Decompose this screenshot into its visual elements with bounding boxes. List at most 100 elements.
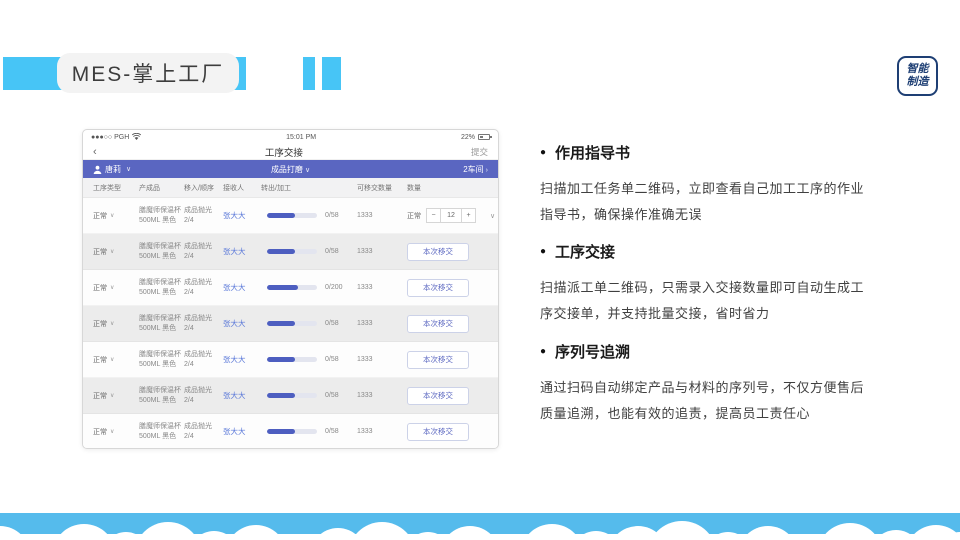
section-process-handover: ● 工序交接 扫描派工单二维码，只需录入交接数量即可自动生成工 序交接单，并支持批… xyxy=(540,241,885,327)
process-type-dropdown[interactable]: 正常 ∨ xyxy=(93,306,114,341)
chevron-down-icon: ∨ xyxy=(126,166,132,173)
section-body: 扫描加工任务单二维码，立即查看自己加工工序的作业 指导书，确保操作准确无误 xyxy=(540,181,865,222)
submit-button[interactable]: 提交 xyxy=(471,146,488,158)
progress-bar xyxy=(267,270,317,305)
col-header-transfer-process: 转出/加工 xyxy=(261,184,291,192)
process-filter-dropdown[interactable]: 成品打磨 ∨ xyxy=(83,164,498,175)
progress-ratio-label: 0/58 xyxy=(325,320,339,327)
progress-bar xyxy=(267,234,317,269)
table-row: 正常 ∨ 膳魔师保温杯 500ML 黑色 成品抛光 2/4 张大大 0/58 1333… xyxy=(83,414,498,448)
process-type-dropdown[interactable]: 正常 ∨ xyxy=(93,414,115,448)
bullet-icon: ● xyxy=(540,346,547,357)
transfer-action: 本次移交 xyxy=(407,270,469,305)
transferable-qty-label: 1333 xyxy=(357,356,373,363)
progress-ratio-label: 0/200 xyxy=(325,284,343,291)
move-order-cell: 成品抛光 2/4 xyxy=(184,350,212,368)
table-row: 正常 ∨ 膳魔师保温杯 500ML 黑色 成品抛光 2/4 张大大 0/58 1333… xyxy=(83,234,498,270)
clock-label: 15:01 PM xyxy=(286,133,317,141)
stepper-plus-button[interactable]: + xyxy=(461,208,476,223)
process-type-dropdown[interactable]: 正常 ∨ xyxy=(93,342,114,377)
smart-manufacturing-stamp: 智能 制造 xyxy=(897,56,938,96)
receiver-link[interactable]: 张大大 xyxy=(223,270,246,305)
transfer-button[interactable]: 本次移交 xyxy=(407,386,469,405)
product-cell: 膳魔师保温杯 500ML 黑色 xyxy=(139,278,181,296)
section-body: 扫描派工单二维码，只需录入交接数量即可自动生成工 序交接单，并支持批量交接，省时… xyxy=(540,280,865,321)
section-body: 通过扫码自动绑定产品与材料的序列号，不仅方便售后 质量追溯，也能有效的追责，提高… xyxy=(540,380,865,421)
header-accent-tick-2 xyxy=(322,57,341,90)
product-cell: 膳魔师保温杯 500ML 黑色 xyxy=(139,242,181,260)
transfer-action: 本次移交 xyxy=(407,378,469,413)
col-header-receiver: 接收人 xyxy=(223,184,244,192)
stepper-value[interactable]: 12 xyxy=(441,208,461,223)
nav-bar: ‹ 工序交接 提交 xyxy=(83,144,498,160)
transfer-action: 本次移交 xyxy=(407,234,469,269)
chevron-down-icon: ∨ xyxy=(110,213,115,219)
move-order-cell: 成品抛光 2/4 xyxy=(184,314,212,332)
receiver-link[interactable]: 张大大 xyxy=(223,414,246,448)
chevron-down-icon: ∨ xyxy=(110,249,115,255)
transferable-qty-label: 1333 xyxy=(357,392,373,399)
progress-ratio-label: 0/58 xyxy=(325,248,339,255)
quantity-stepper: 正常 − 12 + ∨ xyxy=(407,198,495,233)
slide: MES-掌上工厂 智能 制造 ●●●○○ PGH 15:01 PM 22% ‹ … xyxy=(0,0,960,540)
progress-bar xyxy=(267,198,317,233)
process-type-dropdown[interactable]: 正常 ∨ xyxy=(93,234,114,269)
transfer-button[interactable]: 本次移交 xyxy=(407,350,469,369)
progress-ratio-label: 0/58 xyxy=(325,356,339,363)
section-title: 序列号追溯 xyxy=(555,344,631,361)
receiver-link[interactable]: 张大大 xyxy=(223,342,246,377)
receiver-link[interactable]: 张大大 xyxy=(223,198,246,233)
progress-bar xyxy=(267,342,317,377)
stamp-line-2: 制造 xyxy=(906,76,929,88)
move-order-cell: 成品抛光 2/4 xyxy=(184,242,212,260)
move-order-cell: 成品抛光 2/4 xyxy=(184,422,212,440)
receiver-link[interactable]: 张大大 xyxy=(223,378,246,413)
table-row: 正常 ∨ 膳魔师保温杯 500ML 黑色 成品抛光 2/4 张大大 0/200 133… xyxy=(83,270,498,306)
move-order-cell: 成品抛光 2/4 xyxy=(184,278,212,296)
transfer-action: 本次移交 xyxy=(407,414,469,448)
product-cell: 膳魔师保温杯 500ML 黑色 xyxy=(139,422,181,440)
col-header-process-type: 工序类型 xyxy=(93,184,121,192)
table-row: 正常 ∨ 膳魔师保温杯 500ML 黑色 成品抛光 2/4 张大大 0/58 1333… xyxy=(83,198,498,234)
process-type-dropdown[interactable]: 正常 ∨ xyxy=(93,270,114,305)
section-title: 作用指导书 xyxy=(555,145,631,162)
product-cell: 膳魔师保温杯 500ML 黑色 xyxy=(139,350,181,368)
back-chevron-icon[interactable]: ‹ xyxy=(93,146,97,158)
chevron-down-icon[interactable]: ∨ xyxy=(490,212,495,220)
transferable-qty-label: 1333 xyxy=(357,284,373,291)
table-header: 工序类型 产成品 移入/顺序 接收人 转出/加工 可移交数量 数量 xyxy=(83,178,498,198)
progress-ratio-label: 0/58 xyxy=(325,428,339,435)
status-bar: ●●●○○ PGH 15:01 PM 22% xyxy=(83,130,498,144)
receiver-link[interactable]: 张大大 xyxy=(223,234,246,269)
col-header-quantity: 数量 xyxy=(407,184,421,192)
process-type-dropdown[interactable]: 正常 ∨ xyxy=(93,198,114,233)
user-icon xyxy=(93,165,102,174)
screen-title: 工序交接 xyxy=(264,147,303,159)
wifi-icon xyxy=(132,133,142,140)
transfer-button[interactable]: 本次移交 xyxy=(407,278,469,297)
chevron-down-icon: ∨ xyxy=(110,393,115,399)
table-row: 正常 ∨ 膳魔师保温杯 500ML 黑色 成品抛光 2/4 张大大 0/58 1333… xyxy=(83,306,498,342)
transfer-action: 本次移交 xyxy=(407,306,469,341)
user-dropdown[interactable]: 唐莉 ∨ xyxy=(93,164,131,175)
section-work-instructions: ● 作用指导书 扫描加工任务单二维码，立即查看自己加工工序的作业 指导书，确保操作… xyxy=(540,142,885,228)
filter-bar: 成品打磨 ∨ 唐莉 ∨ 2车间 › xyxy=(83,160,498,178)
section-title: 工序交接 xyxy=(555,244,616,261)
transfer-action: 本次移交 xyxy=(407,342,469,377)
chevron-down-icon: ∨ xyxy=(304,166,311,174)
transferable-qty-label: 1333 xyxy=(357,248,373,255)
stepper-minus-button[interactable]: − xyxy=(426,208,441,223)
transferable-qty-label: 1333 xyxy=(357,320,373,327)
progress-bar xyxy=(267,306,317,341)
page-title: MES-掌上工厂 xyxy=(57,53,239,93)
process-type-dropdown[interactable]: 正常 ∨ xyxy=(93,378,114,413)
workshop-link[interactable]: 2车间 › xyxy=(463,164,488,175)
transfer-button[interactable]: 本次移交 xyxy=(407,422,469,441)
transfer-button[interactable]: 本次移交 xyxy=(407,242,469,261)
table-row: 正常 ∨ 膳魔师保温杯 500ML 黑色 成品抛光 2/4 张大大 0/58 1333… xyxy=(83,342,498,378)
move-order-cell: 成品抛光 2/4 xyxy=(184,386,212,404)
col-header-transferable-qty: 可移交数量 xyxy=(357,184,392,192)
transfer-button[interactable]: 本次移交 xyxy=(407,314,469,333)
receiver-link[interactable]: 张大大 xyxy=(223,306,246,341)
chevron-down-icon: ∨ xyxy=(110,429,115,435)
